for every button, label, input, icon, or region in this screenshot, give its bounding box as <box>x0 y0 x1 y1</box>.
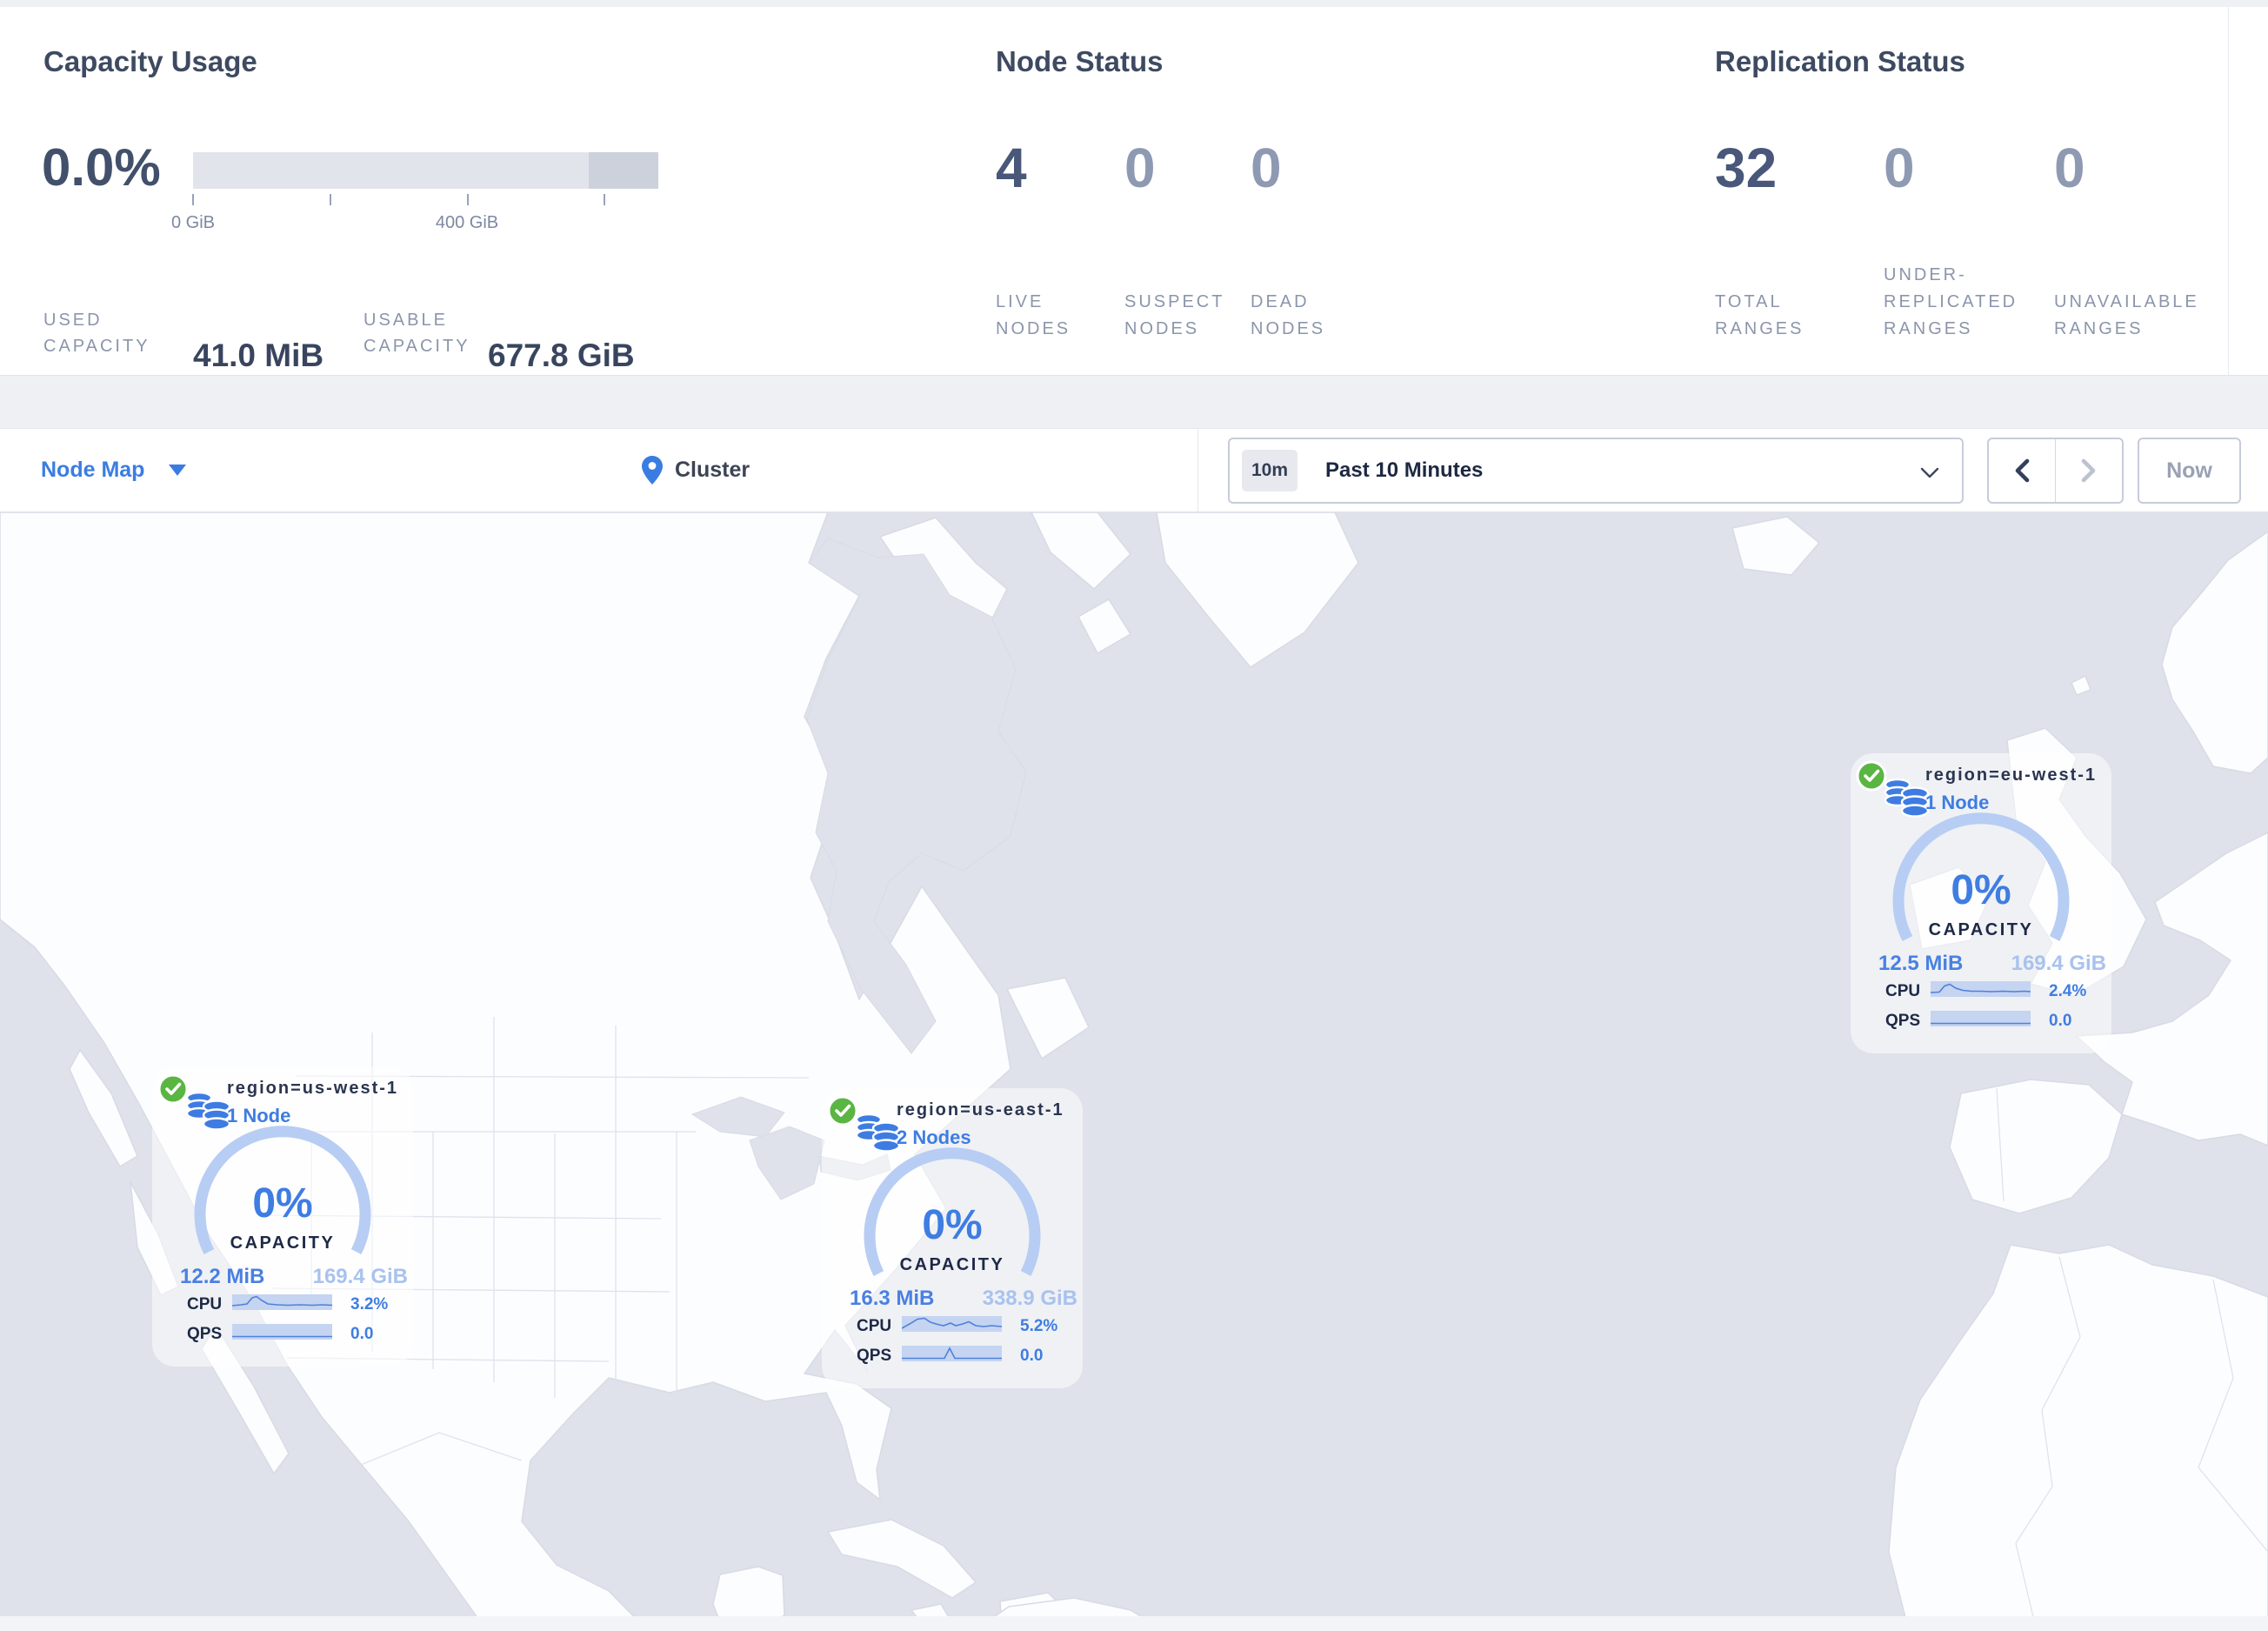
qps-label: QPS <box>857 1347 892 1365</box>
locality-capacity-percent: 0% <box>1951 867 2011 913</box>
cpu-sparkline <box>902 1316 1002 1332</box>
used-capacity-value: 41.0 MiB <box>193 338 324 373</box>
database-stack-icon <box>1884 778 1930 818</box>
unavailable-ranges-count: 0 <box>2054 137 2085 199</box>
cpu-label: CPU <box>857 1317 892 1335</box>
capacity-percent: 0.0% <box>42 138 161 197</box>
capacity-axis-tick <box>604 194 605 205</box>
used-capacity-label: USED CAPACITY <box>43 311 150 356</box>
capacity-bar <box>193 152 658 189</box>
capacity-axis-tick <box>330 194 331 205</box>
map-bottom-band <box>0 1616 2268 1631</box>
chevron-down-icon <box>169 465 187 476</box>
locality-total-capacity: 169.4 GiB <box>312 1265 408 1288</box>
cpu-sparkline <box>1931 981 2031 997</box>
time-back-button[interactable] <box>1989 439 2056 502</box>
locality-used-capacity: 12.2 MiB <box>180 1265 265 1288</box>
database-stack-icon <box>185 1091 231 1131</box>
cpu-label: CPU <box>1885 982 1921 1000</box>
locality-node-count: 2 Nodes <box>897 1126 971 1148</box>
capacity-axis-tick <box>467 194 469 205</box>
locality-node-count: 1 Node <box>227 1105 291 1126</box>
capacity-bar-reserved-segment <box>589 152 658 189</box>
live-nodes-label: LIVE NODES <box>996 292 1071 338</box>
locality-total-capacity: 338.9 GiB <box>982 1287 1077 1310</box>
locality-region-label: region=us-east-1 <box>897 1100 1064 1120</box>
qps-value: 0.0 <box>2049 1012 2072 1030</box>
database-stack-icon <box>855 1113 901 1153</box>
locality-total-capacity: 169.4 GiB <box>2011 952 2106 975</box>
locality-marker-us-east-1[interactable]: region=us-east-1 2 Nodes 0% CAPACITY 16.… <box>822 1088 1083 1388</box>
qps-sparkline <box>232 1324 332 1340</box>
cluster-summary-panel: Capacity Usage 0.0% 0 GiB 400 GiB USED C… <box>0 7 2268 376</box>
under-replicated-ranges-label: UNDER-REPLICATED RANGES <box>1884 265 2018 338</box>
time-forward-button[interactable] <box>2056 439 2122 502</box>
chevron-left-icon <box>2015 458 2030 483</box>
qps-sparkline <box>902 1346 1002 1361</box>
replication-status-title: Replication Status <box>1715 45 1965 77</box>
now-button[interactable]: Now <box>2138 438 2241 504</box>
usable-capacity-value: 677.8 GiB <box>488 338 635 373</box>
map-toolbar: Node Map Cluster 10m Past 10 Minutes Now <box>0 428 2268 512</box>
capacity-axis-label-0: 0 GiB <box>170 213 216 232</box>
dead-nodes-label: DEAD NODES <box>1251 292 1326 338</box>
total-ranges-count: 32 <box>1715 137 1778 199</box>
map-pin-icon <box>642 456 663 485</box>
breadcrumb-label: Cluster <box>675 458 750 482</box>
unavailable-ranges-label: UNAVAILABLE RANGES <box>2054 292 2199 338</box>
locality-capacity-label: CAPACITY <box>230 1233 336 1253</box>
time-window-badge: 10m <box>1242 450 1297 491</box>
qps-label: QPS <box>187 1325 223 1343</box>
locality-capacity-percent: 0% <box>922 1202 983 1248</box>
dead-nodes-count: 0 <box>1251 137 1282 199</box>
cpu-value: 3.2% <box>350 1295 389 1313</box>
usable-capacity-label: USABLE CAPACITY <box>364 311 470 356</box>
locality-used-capacity: 16.3 MiB <box>850 1287 935 1310</box>
cluster-overview-page: Capacity Usage 0.0% 0 GiB 400 GiB USED C… <box>0 0 2268 1631</box>
capacity-axis-tick <box>192 194 194 205</box>
qps-label: QPS <box>1885 1012 1921 1030</box>
locality-used-capacity: 12.5 MiB <box>1878 952 1964 975</box>
capacity-axis-label-400: 400 GiB <box>435 213 499 232</box>
locality-region-label: region=eu-west-1 <box>1925 765 2098 785</box>
locality-marker-us-west-1[interactable]: region=us-west-1 1 Node 0% CAPACITY 12.2… <box>152 1066 413 1367</box>
breadcrumb[interactable]: Cluster <box>642 429 750 511</box>
capacity-usage-title: Capacity Usage <box>43 45 257 77</box>
chevron-down-icon <box>1920 467 1939 478</box>
time-window-dropdown[interactable]: 10m Past 10 Minutes <box>1228 438 1964 504</box>
locality-capacity-percent: 0% <box>252 1180 313 1227</box>
node-map: region=us-west-1 1 Node 0% CAPACITY 12.2… <box>0 512 2268 1631</box>
suspect-nodes-count: 0 <box>1124 137 1156 199</box>
chevron-right-icon <box>2081 458 2096 483</box>
suspect-nodes-label: SUSPECT NODES <box>1124 292 1225 338</box>
total-ranges-label: TOTAL RANGES <box>1715 292 1804 338</box>
locality-capacity-label: CAPACITY <box>899 1255 1005 1274</box>
node-status-title: Node Status <box>996 45 1164 77</box>
live-nodes-count: 4 <box>996 137 1027 199</box>
time-step-buttons <box>1987 438 2124 504</box>
cpu-value: 5.2% <box>1020 1317 1058 1335</box>
view-selector-label: Node Map <box>41 458 145 482</box>
cpu-sparkline <box>232 1294 332 1310</box>
qps-value: 0.0 <box>350 1325 374 1343</box>
panel-divider <box>2228 7 2229 376</box>
locality-capacity-label: CAPACITY <box>1928 920 2034 939</box>
cpu-label: CPU <box>187 1295 223 1313</box>
locality-node-count: 1 Node <box>1925 792 1990 813</box>
view-selector-dropdown[interactable]: Node Map <box>41 429 187 511</box>
toolbar-divider <box>1197 429 1198 511</box>
locality-region-label: region=us-west-1 <box>227 1079 399 1098</box>
cpu-value: 2.4% <box>2049 982 2087 1000</box>
time-window-label: Past 10 Minutes <box>1325 458 1484 482</box>
under-replicated-ranges-count: 0 <box>1884 137 1915 199</box>
locality-marker-eu-west-1[interactable]: region=eu-west-1 1 Node 0% CAPACITY 12.5… <box>1851 753 2111 1053</box>
qps-value: 0.0 <box>1020 1347 1044 1365</box>
qps-sparkline <box>1931 1011 2031 1026</box>
